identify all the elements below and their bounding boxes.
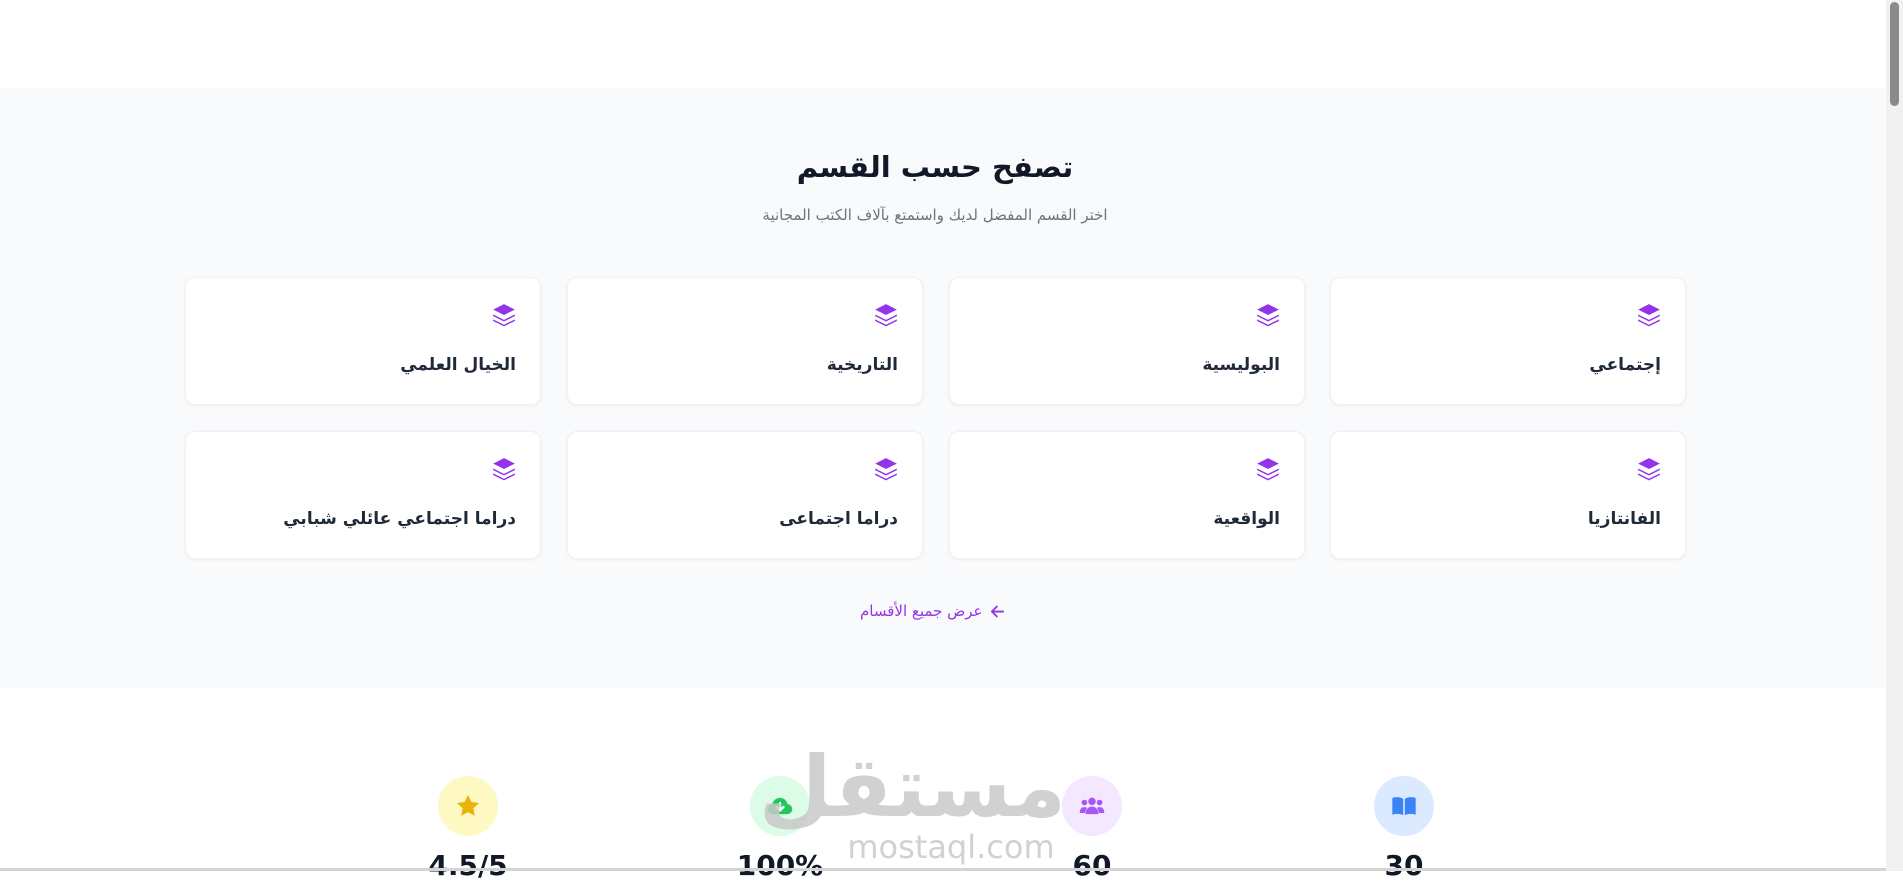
section-subtitle: اختر القسم المفضل لديك واستمتع بآلاف الك…: [762, 206, 1108, 224]
category-label: البوليسية: [1202, 355, 1280, 375]
category-label: الخيال العلمي: [400, 355, 516, 375]
stat-books-value: 30: [1384, 849, 1424, 882]
page-header-area: [0, 0, 1886, 88]
category-label: الواقعية: [1213, 509, 1280, 529]
layer-group-icon: [1636, 302, 1662, 328]
category-card-fantasy[interactable]: الفانتازيا: [1330, 431, 1686, 559]
layer-group-icon: [873, 302, 899, 328]
stat-rating-value: 4.5/5: [428, 849, 508, 882]
category-card-scifi[interactable]: الخيال العلمي: [185, 277, 541, 405]
category-label: دراما اجتماعي عائلي شبابي: [283, 509, 516, 529]
stat-downloads-value: 100%: [736, 849, 824, 882]
cloud-download-icon: [767, 797, 793, 815]
layer-group-icon: [1255, 456, 1281, 482]
category-label: إجتماعي: [1589, 355, 1661, 375]
category-card-police[interactable]: البوليسية: [949, 277, 1305, 405]
stat-users: [1062, 776, 1122, 836]
layer-group-icon: [1255, 302, 1281, 328]
section-title: تصفح حسب القسم: [796, 150, 1074, 184]
category-card-social[interactable]: إجتماعي: [1330, 277, 1686, 405]
layer-group-icon: [1636, 456, 1662, 482]
category-card-social-drama[interactable]: دراما اجتماعى: [567, 431, 923, 559]
layer-group-icon: [491, 456, 517, 482]
view-all-label: عرض جميع الأقسام: [860, 602, 983, 620]
category-label: التاريخية: [826, 355, 898, 375]
scrollbar-thumb[interactable]: [1890, 2, 1899, 106]
view-all-categories-link[interactable]: عرض جميع الأقسام: [860, 602, 1005, 620]
users-icon: [1079, 797, 1105, 815]
category-card-realism[interactable]: الواقعية: [949, 431, 1305, 559]
category-label: الفانتازيا: [1587, 509, 1661, 529]
category-card-historical[interactable]: التاريخية: [567, 277, 923, 405]
book-open-icon: [1392, 797, 1416, 816]
layer-group-icon: [873, 456, 899, 482]
vertical-scrollbar[interactable]: [1886, 0, 1903, 871]
stat-books: [1374, 776, 1434, 836]
arrow-left-icon: [991, 605, 1005, 617]
category-card-family-youth-drama[interactable]: دراما اجتماعي عائلي شبابي: [185, 431, 541, 559]
category-label: دراما اجتماعى: [779, 509, 898, 529]
layer-group-icon: [491, 302, 517, 328]
stat-downloads: [750, 776, 810, 836]
stats-section: [0, 688, 1886, 871]
stat-users-value: 60: [1072, 849, 1112, 882]
stat-rating: [438, 776, 498, 836]
star-icon: [456, 794, 480, 816]
